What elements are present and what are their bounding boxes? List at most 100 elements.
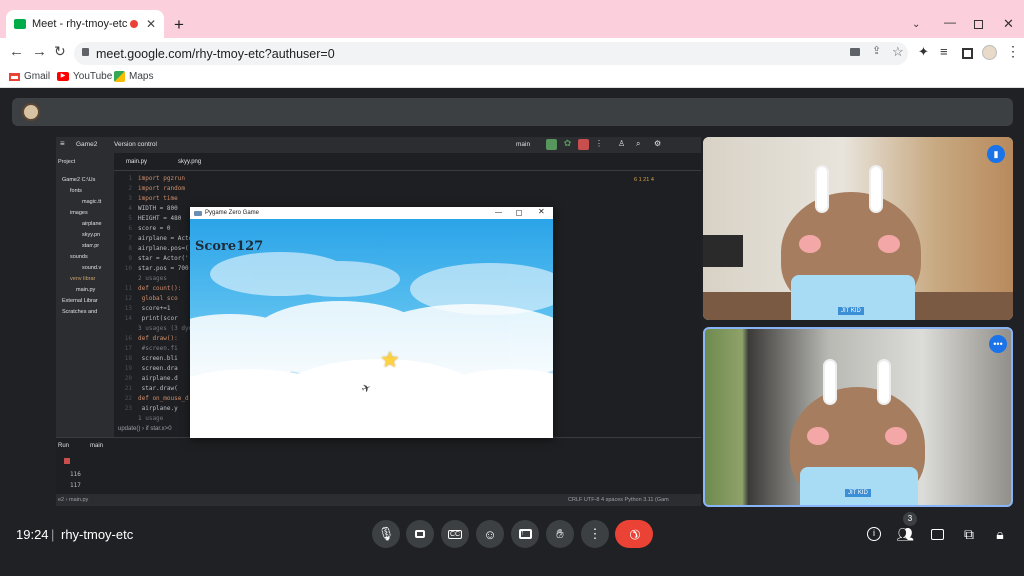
reload-icon[interactable]: ↻ — [54, 44, 66, 58]
run-button-icon[interactable] — [546, 139, 557, 150]
code-line: 8 airplane.pos=( — [114, 245, 189, 252]
extensions-icon[interactable]: ✦ — [918, 45, 929, 58]
chrome-menu-icon[interactable]: ⋮ — [1006, 44, 1020, 58]
project-widget[interactable]: Game2 — [76, 141, 97, 148]
line-number: 22 — [124, 395, 132, 402]
line-text: HEIGHT = 480 — [138, 215, 182, 222]
present-button[interactable]: ↑ — [511, 520, 539, 548]
tree-item[interactable]: main.py — [76, 287, 95, 293]
bookmark-maps[interactable]: Maps — [114, 71, 153, 82]
tree-item[interactable]: Scratches and — [62, 309, 97, 315]
microphone-icon: 🎙︎ — [377, 526, 395, 541]
line-text: airplane.pos=( — [138, 245, 189, 252]
browser-tab[interactable]: Meet - rhy-tmoy-etc ✕ — [6, 10, 164, 38]
tree-item[interactable]: External Librar — [62, 298, 98, 304]
bunny-ear-left — [823, 359, 837, 405]
tree-item[interactable]: starr.pr — [82, 243, 99, 249]
bookmark-star-icon[interactable]: ☆ — [892, 45, 904, 58]
bookmark-youtube[interactable]: ▶ YouTube — [57, 71, 112, 82]
tab-search-icon[interactable]: ⌄ — [912, 20, 920, 30]
game-canvas[interactable]: Score127 ★ ✈ — [190, 219, 553, 438]
tree-item[interactable]: sounds — [70, 254, 88, 260]
close-window-icon[interactable]: ✕ — [1003, 17, 1014, 30]
line-text: airplane.d — [138, 375, 178, 382]
microphone-button[interactable]: 🎙︎ — [372, 520, 400, 548]
participant-tile-active[interactable]: JIT KID ••• — [703, 327, 1013, 507]
reactions-button[interactable]: ☺ — [476, 520, 504, 548]
inspection-widget[interactable]: 6 1 21 4 — [634, 177, 654, 183]
main-menu-icon[interactable]: ≡ — [60, 140, 65, 148]
console-line: 117 — [70, 482, 81, 489]
people-button[interactable]: 👥︎ — [893, 522, 917, 546]
people-icon: 👥︎ — [896, 525, 914, 542]
meeting-details-button[interactable]: i — [862, 522, 886, 546]
profile-avatar[interactable] — [982, 45, 997, 60]
side-panel-icon[interactable] — [962, 48, 973, 59]
line-number: 4 — [128, 205, 132, 212]
pygame-close-icon[interactable]: ✕ — [538, 208, 545, 216]
more-options-icon[interactable]: ••• — [989, 335, 1007, 353]
host-controls-button[interactable]: 🔒︎ — [988, 522, 1012, 546]
pygame-maximize-icon[interactable] — [516, 210, 522, 216]
stop-button-icon[interactable] — [578, 139, 589, 150]
raise-hand-button[interactable]: ✋︎ — [546, 520, 574, 548]
search-icon[interactable]: ⌕ — [636, 140, 640, 148]
editor-tab-skyy[interactable]: skyy.png — [178, 159, 201, 165]
presentation-bar — [12, 98, 1013, 126]
code-line: 16 def draw(): — [114, 335, 178, 342]
new-tab-button[interactable]: + — [174, 16, 184, 33]
chat-button[interactable] — [925, 522, 949, 546]
line-number: 1 — [128, 175, 132, 182]
address-bar[interactable]: meet.google.com/rhy-tmoy-etc?authuser=0 … — [74, 42, 908, 65]
back-icon[interactable]: ← — [9, 44, 24, 59]
restore-icon[interactable] — [974, 20, 983, 29]
tree-item[interactable]: fonts — [70, 188, 82, 194]
vcs-widget[interactable]: Version control — [114, 141, 157, 148]
line-text: score+=1 — [138, 305, 171, 312]
captions-button[interactable]: CC — [441, 520, 469, 548]
activities-button[interactable]: ⧉ — [957, 522, 981, 546]
debug-icon[interactable]: ✿ — [562, 139, 573, 150]
camera-indicator-icon[interactable] — [850, 48, 860, 56]
more-icon[interactable]: ⋮ — [595, 140, 603, 148]
browser-toolbar: ← → ↻ meet.google.com/rhy-tmoy-etc?authu… — [0, 38, 1024, 68]
pygame-window-title: Pygame Zero Game — [205, 210, 260, 216]
tree-item[interactable]: sound.v — [82, 265, 101, 271]
tree-item[interactable]: skyy.pn — [82, 232, 100, 238]
bunny-ear-left — [815, 165, 829, 213]
line-number: 23 — [124, 405, 132, 412]
share-icon[interactable]: ⇪ — [872, 46, 881, 57]
meeting-time: 19:24 — [16, 527, 49, 542]
pygame-minimize-icon[interactable]: — — [495, 209, 502, 216]
tree-item[interactable]: airplane — [82, 221, 102, 227]
line-text: import pgzrun — [138, 175, 185, 182]
participant-tile[interactable]: JIT KID ▮ — [703, 137, 1013, 320]
reading-list-icon[interactable]: ≡ — [940, 45, 948, 58]
bookmark-gmail[interactable]: Gmail — [9, 71, 50, 82]
minimize-icon[interactable]: — — [944, 16, 956, 28]
branch-widget[interactable]: main — [516, 141, 530, 148]
account-icon[interactable]: ♙ — [618, 140, 625, 148]
leave-call-button[interactable]: ✆ — [615, 520, 653, 548]
tree-item[interactable]: images — [70, 210, 88, 216]
line-number: 8 — [128, 245, 132, 252]
tree-item[interactable]: magic.tt — [82, 199, 101, 205]
line-text: WIDTH = 800 — [138, 205, 178, 212]
camera-button[interactable] — [406, 520, 434, 548]
info-icon: i — [867, 527, 881, 541]
tree-item[interactable]: Game2 C:\Us — [62, 177, 95, 183]
close-tab-icon[interactable]: ✕ — [146, 18, 156, 30]
forward-icon[interactable]: → — [32, 44, 47, 59]
more-options-button[interactable]: ⋮ — [581, 520, 609, 548]
line-number: 17 — [124, 345, 132, 352]
editor-breadcrumb[interactable]: update() › if star.x>0 — [118, 426, 172, 432]
run-tool-window: Run main 116 117 — [56, 437, 701, 494]
run-config-tab[interactable]: main — [90, 443, 103, 449]
tree-item[interactable]: venv librar — [70, 276, 95, 282]
bear-cheek — [807, 427, 829, 445]
tv-screen — [703, 235, 743, 267]
project-label: Project — [58, 159, 76, 165]
editor-tab-main[interactable]: main.py — [126, 159, 147, 165]
settings-gear-icon[interactable]: ⚙ — [654, 140, 661, 148]
stop-run-icon[interactable] — [64, 458, 70, 464]
